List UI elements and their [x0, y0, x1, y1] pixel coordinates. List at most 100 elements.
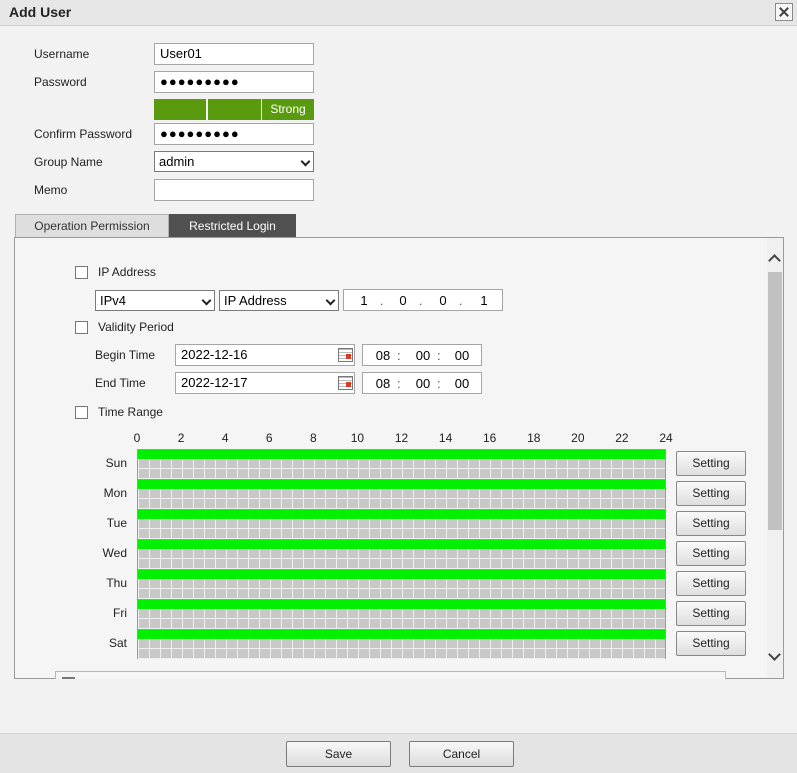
active-period-bar	[138, 510, 665, 519]
validity-period-label: Validity Period	[98, 320, 174, 334]
day-label: Fri	[113, 606, 127, 620]
active-period-bar	[138, 540, 665, 549]
password-label: Password	[34, 75, 87, 89]
strength-bar-weak	[154, 99, 206, 120]
group-name-select[interactable]: admin	[154, 151, 314, 172]
chevron-down-icon	[300, 156, 311, 167]
strength-bar-medium	[208, 99, 261, 120]
confirm-password-input[interactable]: ●●●●●●●●●	[154, 123, 314, 145]
hour-tick-label: 20	[571, 431, 585, 445]
day-timeline[interactable]	[137, 539, 666, 569]
ip-address-label: IP Address	[98, 265, 156, 279]
day-label: Sun	[105, 456, 127, 470]
group-name-label: Group Name	[34, 155, 103, 169]
password-input[interactable]: ●●●●●●●●●	[154, 71, 314, 93]
ip-version-select[interactable]: IPv4	[95, 290, 215, 311]
setting-button[interactable]: Setting	[676, 451, 746, 476]
hour-tick-label: 18	[527, 431, 541, 445]
memo-input[interactable]	[154, 179, 314, 201]
half-hour-grid[interactable]	[138, 639, 665, 659]
group-name-value: admin	[159, 154, 195, 169]
day-timeline[interactable]	[137, 629, 666, 659]
day-label: Sat	[108, 636, 127, 650]
ip-address-checkbox[interactable]	[75, 266, 88, 279]
scrollbar-thumb[interactable]	[768, 272, 782, 530]
ip-version-value: IPv4	[100, 293, 127, 308]
end-minute: 00	[415, 376, 431, 391]
active-period-bar	[138, 450, 665, 459]
dialog-footer	[0, 733, 797, 773]
ip-octet-3: 0	[439, 293, 447, 308]
setting-button[interactable]: Setting	[676, 571, 746, 596]
setting-button[interactable]: Setting	[676, 541, 746, 566]
time-range-label: Time Range	[98, 405, 163, 419]
hour-tick-label: 6	[265, 431, 273, 445]
half-hour-grid[interactable]	[138, 579, 665, 599]
day-timeline[interactable]	[137, 599, 666, 629]
cancel-button[interactable]: Cancel	[409, 741, 514, 767]
end-second: 00	[454, 376, 470, 391]
hour-tick-label: 16	[482, 431, 497, 445]
end-time-label: End Time	[95, 376, 146, 390]
ip-address-input[interactable]: 1 . 0 . 0 . 1	[343, 289, 503, 311]
memo-label: Memo	[34, 183, 68, 197]
hour-tick-label: 14	[438, 431, 453, 445]
dialog-titlebar	[0, 0, 797, 26]
chevron-down-icon	[201, 295, 212, 306]
half-hour-grid[interactable]	[138, 519, 665, 539]
begin-time-label: Begin Time	[95, 348, 156, 362]
day-timeline[interactable]	[137, 569, 666, 599]
ip-mode-select[interactable]: IP Address	[219, 290, 339, 311]
half-hour-grid[interactable]	[138, 609, 665, 629]
password-strength-label: Strong	[270, 102, 306, 116]
calendar-icon[interactable]	[338, 376, 353, 390]
day-timeline[interactable]	[137, 449, 666, 479]
confirm-password-label: Confirm Password	[34, 127, 133, 141]
ip-mode-value: IP Address	[224, 293, 287, 308]
active-period-bar	[138, 630, 665, 639]
day-timeline[interactable]	[137, 509, 666, 539]
hour-tick-label: 8	[309, 431, 317, 445]
begin-date-input[interactable]: 2022-12-16	[175, 344, 355, 366]
save-button[interactable]: Save	[286, 741, 391, 767]
hour-tick-label: 10	[350, 431, 365, 445]
close-icon[interactable]	[775, 3, 793, 21]
half-hour-grid[interactable]	[138, 489, 665, 509]
begin-date-value: 2022-12-16	[181, 347, 248, 362]
begin-second: 00	[454, 348, 470, 363]
username-input[interactable]: User01	[154, 43, 314, 65]
hour-tick-label: 12	[394, 431, 409, 445]
half-hour-grid[interactable]	[138, 549, 665, 569]
end-hour: 08	[375, 376, 391, 391]
username-label: Username	[34, 47, 90, 61]
setting-button[interactable]: Setting	[676, 601, 746, 626]
setting-button[interactable]: Setting	[676, 511, 746, 536]
calendar-icon[interactable]	[338, 348, 353, 362]
next-section-box	[55, 671, 726, 679]
day-label: Thu	[106, 576, 127, 590]
hour-tick-label: 2	[177, 431, 185, 445]
ip-octet-4: 1	[480, 293, 488, 308]
tab-operation-permission[interactable]: Operation Permission	[15, 214, 169, 237]
end-date-value: 2022-12-17	[181, 375, 248, 390]
ip-octet-1: 1	[360, 293, 368, 308]
day-label: Wed	[102, 546, 127, 560]
begin-minute: 00	[415, 348, 431, 363]
next-section-checkbox[interactable]	[62, 677, 75, 679]
hour-tick-label: 22	[615, 431, 629, 445]
setting-button[interactable]: Setting	[676, 631, 746, 656]
hour-tick-label: 4	[221, 431, 229, 445]
begin-time-input[interactable]: 08 : 00 : 00	[362, 344, 482, 366]
ip-octet-2: 0	[399, 293, 407, 308]
end-date-input[interactable]: 2022-12-17	[175, 372, 355, 394]
time-range-checkbox[interactable]	[75, 406, 88, 419]
hour-tick-label: 0	[133, 431, 141, 445]
end-time-input[interactable]: 08 : 00 : 00	[362, 372, 482, 394]
tab-restricted-login[interactable]: Restricted Login	[169, 214, 296, 237]
day-timeline[interactable]	[137, 479, 666, 509]
validity-period-checkbox[interactable]	[75, 321, 88, 334]
setting-button[interactable]: Setting	[676, 481, 746, 506]
half-hour-grid[interactable]	[138, 459, 665, 479]
active-period-bar	[138, 480, 665, 489]
active-period-bar	[138, 570, 665, 579]
